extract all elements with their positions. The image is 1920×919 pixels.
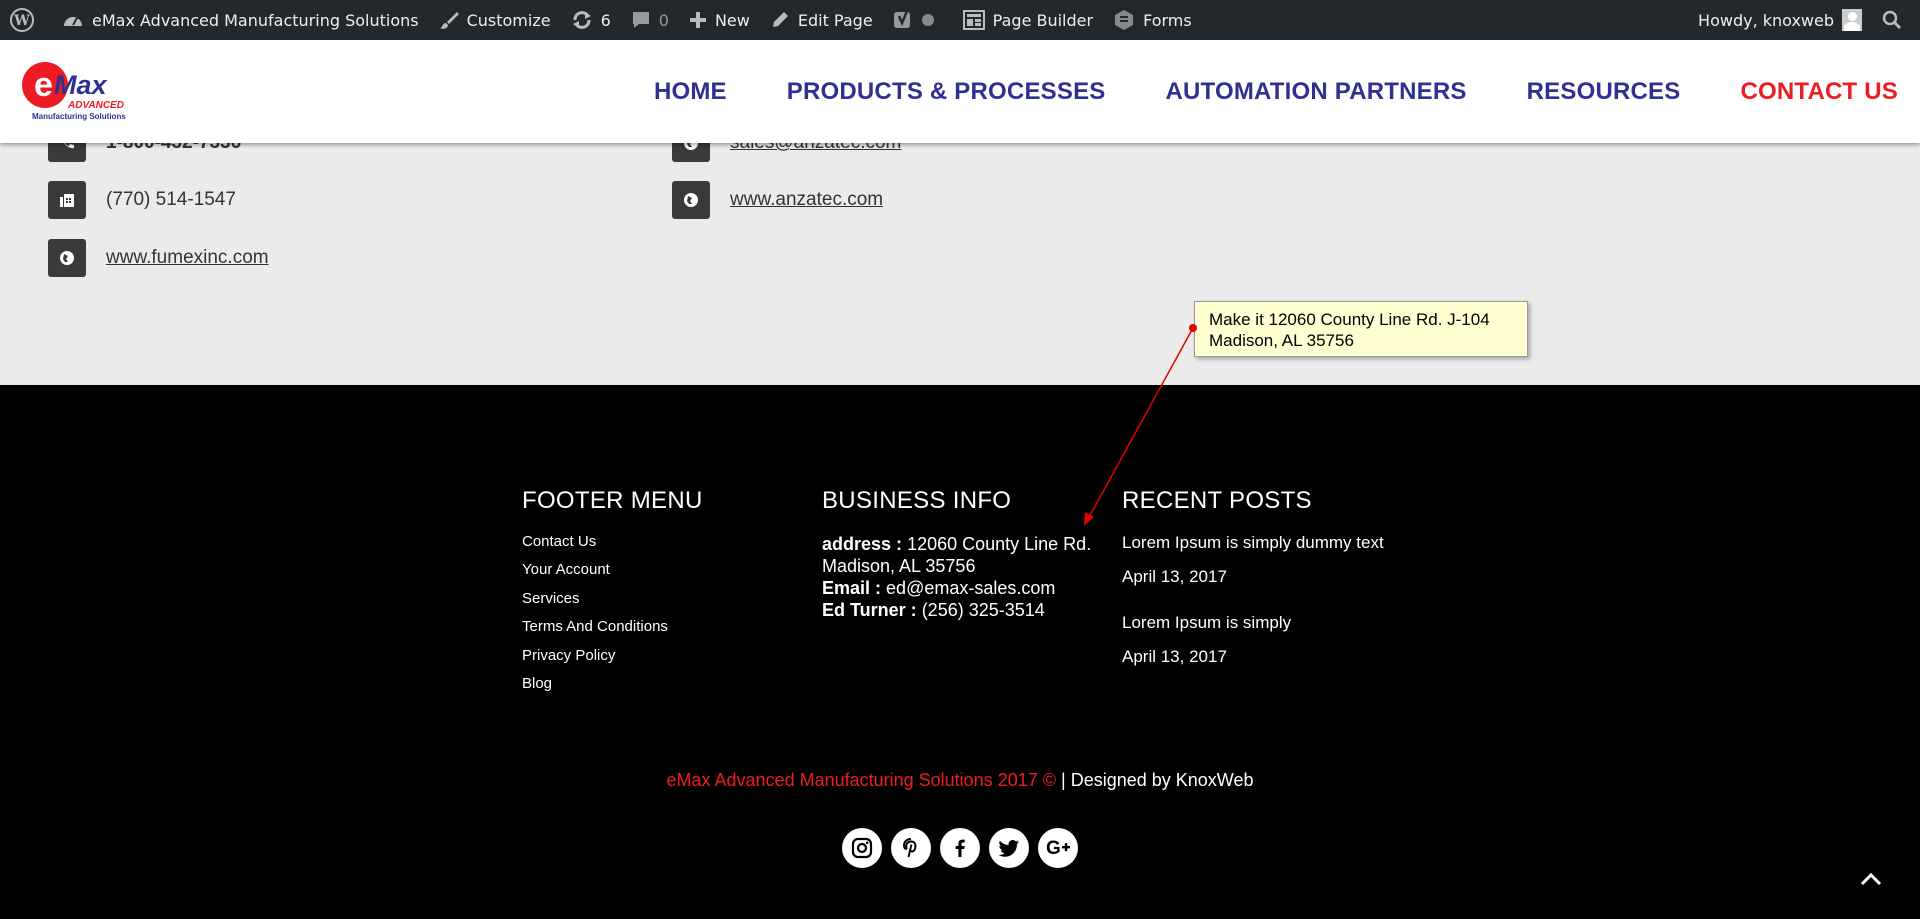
comments-link[interactable]: 0 [621, 0, 679, 40]
address-label: address : [822, 534, 903, 554]
svg-text:W: W [13, 13, 30, 29]
footer-menu: FOOTER MENU Contact Us Your Account Serv… [522, 487, 703, 703]
svg-text:Manufacturing Solutions: Manufacturing Solutions [32, 112, 126, 121]
nav-contact-us[interactable]: CONTACT US [1740, 78, 1898, 106]
post-title[interactable]: Lorem Ipsum is simply [1122, 613, 1384, 633]
right-website-row: www.anzatec.com [672, 181, 883, 219]
contact-phone[interactable]: (256) 325-3514 [922, 600, 1045, 620]
contact-section: 1-800-432-7336 (770) 514-1547 www.fumexi… [0, 124, 1920, 385]
footer-link-blog[interactable]: Blog [522, 675, 703, 703]
nav-automation-partners[interactable]: AUTOMATION PARTNERS [1165, 78, 1466, 106]
footer-link-contact-us[interactable]: Contact Us [522, 533, 703, 561]
svg-text:ADVANCED: ADVANCED [67, 100, 124, 111]
updates-link[interactable]: 6 [561, 0, 621, 40]
forms-label: Forms [1143, 10, 1192, 30]
nav-resources[interactable]: RESOURCES [1527, 78, 1681, 106]
post-date: April 13, 2017 [1122, 567, 1227, 586]
footer-menu-title: FOOTER MENU [522, 487, 703, 514]
page-builder-icon [962, 10, 985, 30]
svg-text:G: G [1046, 838, 1061, 859]
business-info-title: BUSINESS INFO [822, 487, 1012, 514]
svg-text:e: e [34, 66, 53, 104]
footer-link-services[interactable]: Services [522, 590, 703, 618]
page-builder-link[interactable]: Page Builder [953, 0, 1103, 40]
site-logo[interactable]: e Max ADVANCED Manufacturing Solutions [20, 60, 140, 122]
comment-icon [632, 12, 649, 28]
brush-icon [439, 12, 459, 29]
left-website-row: www.fumexinc.com [48, 239, 269, 277]
instagram-icon[interactable] [842, 828, 882, 868]
copyright: eMax Advanced Manufacturing Solutions 20… [0, 770, 1920, 791]
post-title[interactable]: Lorem Ipsum is simply dummy text [1122, 533, 1384, 553]
seo-status-dot-icon [921, 14, 934, 26]
fumex-website-link[interactable]: www.fumexinc.com [106, 247, 269, 269]
scroll-to-top-button[interactable] [1860, 872, 1882, 891]
email-label: Email : [822, 578, 882, 598]
business-info: BUSINESS INFO address : 12060 County Lin… [822, 487, 1091, 621]
address-line-2: Madison, AL 35756 [822, 556, 976, 576]
forms-icon [1115, 10, 1134, 30]
updates-count: 6 [600, 10, 611, 30]
main-nav: HOME PRODUCTS & PROCESSES AUTOMATION PAR… [594, 40, 1898, 143]
edit-page-link[interactable]: Edit Page [760, 0, 883, 40]
google-plus-icon[interactable]: G [1038, 828, 1078, 868]
left-fax-row: (770) 514-1547 [48, 181, 236, 219]
copyright-text: eMax Advanced Manufacturing Solutions 20… [666, 770, 1057, 790]
site-header: e Max ADVANCED Manufacturing Solutions H… [0, 40, 1920, 143]
site-name-link[interactable]: eMax Advanced Manufacturing Solutions [52, 0, 429, 40]
footer-link-terms[interactable]: Terms And Conditions [522, 618, 703, 646]
annotation-line-1: Make it 12060 County Line Rd. J-104 [1209, 310, 1490, 329]
page-builder-label: Page Builder [992, 10, 1094, 30]
yoast-seo-menu[interactable] [883, 0, 953, 40]
designed-by-text: | Designed by KnoxWeb [1056, 770, 1254, 790]
annotation-line-2: Madison, AL 35756 [1209, 331, 1354, 350]
search-icon [1882, 10, 1902, 30]
globe-icon [48, 239, 86, 277]
twitter-icon[interactable] [989, 828, 1029, 868]
my-account-link[interactable]: Howdy, knoxweb [1688, 0, 1872, 40]
pinterest-icon[interactable] [891, 828, 931, 868]
recent-posts: RECENT POSTS Lorem Ipsum is simply dummy… [1122, 487, 1384, 667]
footer-link-your-account[interactable]: Your Account [522, 561, 703, 589]
chevron-up-icon [1860, 872, 1882, 886]
address-line-1: 12060 County Line Rd. [907, 534, 1092, 554]
annotation-callout: Make it 12060 County Line Rd. J-104 Madi… [1194, 301, 1528, 357]
svg-text:Max: Max [54, 70, 108, 100]
pencil-icon [772, 12, 788, 27]
plus-icon [689, 12, 706, 28]
new-content-link[interactable]: New [679, 0, 760, 40]
anzatec-website-link[interactable]: www.anzatec.com [730, 189, 883, 211]
nav-products-processes[interactable]: PRODUCTS & PROCESSES [787, 78, 1106, 106]
post-date: April 13, 2017 [1122, 647, 1227, 666]
admin-search-button[interactable] [1872, 0, 1920, 40]
refresh-icon [572, 11, 591, 29]
fax-icon [48, 181, 86, 219]
globe-icon [672, 181, 710, 219]
edit-page-label: Edit Page [797, 10, 873, 30]
social-links: G [842, 828, 1087, 868]
recent-posts-title: RECENT POSTS [1122, 487, 1312, 514]
yoast-icon [893, 10, 910, 28]
site-name: eMax Advanced Manufacturing Solutions [92, 10, 419, 30]
customize-link[interactable]: Customize [429, 0, 561, 40]
wp-admin-bar: W eMax Advanced Manufacturing Solutions … [0, 0, 1920, 40]
email-value[interactable]: ed@emax-sales.com [886, 578, 1055, 598]
howdy-text: Howdy, knoxweb [1698, 10, 1834, 30]
dashboard-icon [64, 17, 82, 26]
facebook-icon[interactable] [940, 828, 980, 868]
forms-link[interactable]: Forms [1103, 0, 1202, 40]
fax-number: (770) 514-1547 [106, 189, 236, 210]
site-footer: FOOTER MENU Contact Us Your Account Serv… [0, 385, 1920, 919]
new-label: New [714, 10, 750, 30]
wordpress-logo-icon[interactable]: W [0, 0, 52, 40]
customize-label: Customize [466, 10, 551, 30]
business-details: address : 12060 County Line Rd. Madison,… [822, 533, 1091, 621]
comments-count: 0 [658, 10, 669, 30]
nav-home[interactable]: HOME [654, 78, 727, 106]
contact-label: Ed Turner : [822, 600, 917, 620]
avatar [1842, 9, 1862, 31]
footer-link-privacy[interactable]: Privacy Policy [522, 647, 703, 675]
